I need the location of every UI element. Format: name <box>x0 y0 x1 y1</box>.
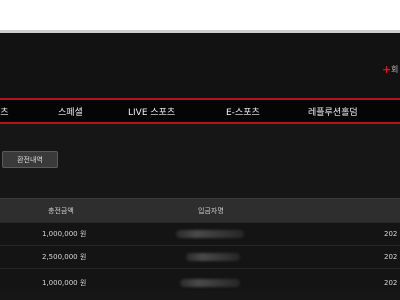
row-date: 202 <box>384 230 398 238</box>
browser-top-bar <box>0 0 400 30</box>
row-date: 202 <box>384 279 398 287</box>
exchange-history-button[interactable]: 환전내역 <box>2 151 58 168</box>
redacted-name <box>176 230 244 238</box>
site-header <box>0 33 400 98</box>
row-amount: 2,500,000 원 <box>42 253 87 261</box>
row-amount: 1,000,000 원 <box>42 279 87 287</box>
redacted-name <box>186 253 240 261</box>
redacted-name <box>180 279 240 287</box>
plus-icon[interactable]: + <box>382 64 391 76</box>
nav-item-special[interactable]: 스페셜 <box>58 108 83 118</box>
header-account: 입금자명 <box>198 207 224 215</box>
nav-item-holdem[interactable]: 레플루션홀덤 <box>308 108 358 118</box>
row-date: 202 <box>384 253 398 261</box>
row-amount: 1,000,000 원 <box>42 230 87 238</box>
nav-item-esports[interactable]: E-스포츠 <box>226 108 260 118</box>
header-link-label[interactable]: 회 <box>391 65 398 75</box>
header-amount: 충전금액 <box>48 207 74 215</box>
nav-item-live-sports[interactable]: LIVE 스포츠 <box>128 108 175 118</box>
nav-item-sports[interactable]: 포츠 <box>0 108 9 118</box>
